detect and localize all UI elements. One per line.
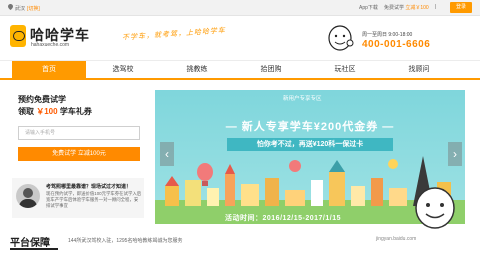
platform-section-title: 平台保障 (10, 234, 58, 250)
location-pin-icon (8, 4, 13, 12)
qa-card[interactable]: 考驾照哪里最靠谱？现场试过才知道！ 现在预约试学，即送价值100元学车券在试学入… (12, 178, 144, 218)
nav-item-community[interactable]: 玩社区 (308, 61, 382, 79)
app-download-link[interactable]: App下载 (359, 4, 378, 11)
brand-domain: hahaxueche.com (31, 42, 70, 48)
mascot-icon (326, 23, 354, 53)
trial-form-title-line1: 预约免费试学 (18, 95, 66, 104)
site-header: 哈哈学车 hahaxueche.com 不学车，就考驾，上哈哈学车 周一至周日 … (0, 17, 480, 59)
trial-form-price: ￥100 (36, 107, 58, 116)
free-trial-submit-button[interactable]: 免费试学 立减100元 (18, 147, 140, 161)
nav-item-home[interactable]: 首页 (12, 61, 86, 79)
switch-city-link[interactable]: [切换] (27, 5, 40, 12)
trial-form-suffix: 学车礼券 (57, 107, 92, 116)
banner-headline: — 新人专享学车¥200代金券 — (225, 121, 395, 133)
nav-item-advisor[interactable]: 找顾问 (382, 61, 456, 79)
nav-item-coaches[interactable]: 挑教练 (160, 61, 234, 79)
top-divider: | (434, 4, 436, 10)
banner-next-button[interactable]: › (448, 142, 462, 166)
top-bar: 武汉 [切换] App下载 免费试学 立减￥100 | 登录 (0, 0, 480, 16)
brand-logo-icon[interactable] (10, 25, 26, 47)
banner-prev-button[interactable]: ‹ (160, 142, 174, 166)
slogan: 不学车，就考驾，上哈哈学车 (121, 27, 227, 42)
trial-form-title: 预约免费试学 领取 ￥100 学车礼券 (18, 94, 92, 118)
hotline-number: 400-001-6606 (362, 39, 431, 50)
banner-zone-label: 新用户专享专区 (283, 96, 322, 102)
trial-form: 预约免费试学 领取 ￥100 学车礼券 免费试学 立减100元 (12, 90, 144, 170)
qa-title: 考驾照哪里最靠谱？现场试过才知道！ (46, 184, 132, 190)
phone-input[interactable] (18, 126, 140, 140)
login-button[interactable]: 登录 (450, 2, 472, 13)
nav-item-schools[interactable]: 选驾校 (86, 61, 160, 79)
current-city: 武汉 (15, 5, 26, 12)
main-nav: 首页 选驾校 挑教练 拾团购 玩社区 找顾问 (0, 60, 480, 80)
banner-period: 活动时间：2016/12/15-2017/1/15 (225, 215, 342, 222)
nav-item-group-buy[interactable]: 拾团购 (234, 61, 308, 79)
trial-form-prefix: 领取 (18, 107, 37, 116)
watermark-mascot-icon (410, 184, 460, 234)
trial-form-title-line2: 领取 ￥100 学车礼券 (18, 106, 92, 118)
free-trial-promo: 立减￥100 (405, 5, 429, 11)
watermark-text: jingyan.baidu.com (376, 236, 417, 242)
avatar (16, 184, 40, 208)
top-links: App下载 免费试学 立减￥100 | (359, 4, 436, 11)
location-selector[interactable]: 武汉 [切换] (8, 4, 40, 12)
hotline-hours: 周一至周日 9:00-18:00 (362, 32, 413, 38)
qa-text: 现在预约试学，即送价值100元学车券在试学入后宽车产学车后体验学车服务一对一顾问… (46, 191, 142, 208)
platform-section-desc: 144所武汉驾校入驻，1295名哈哈教练竭诚为您服务 (68, 238, 183, 244)
free-trial-link[interactable]: 免费试学 立减￥100 (384, 4, 429, 11)
free-trial-label: 免费试学 (383, 5, 404, 11)
